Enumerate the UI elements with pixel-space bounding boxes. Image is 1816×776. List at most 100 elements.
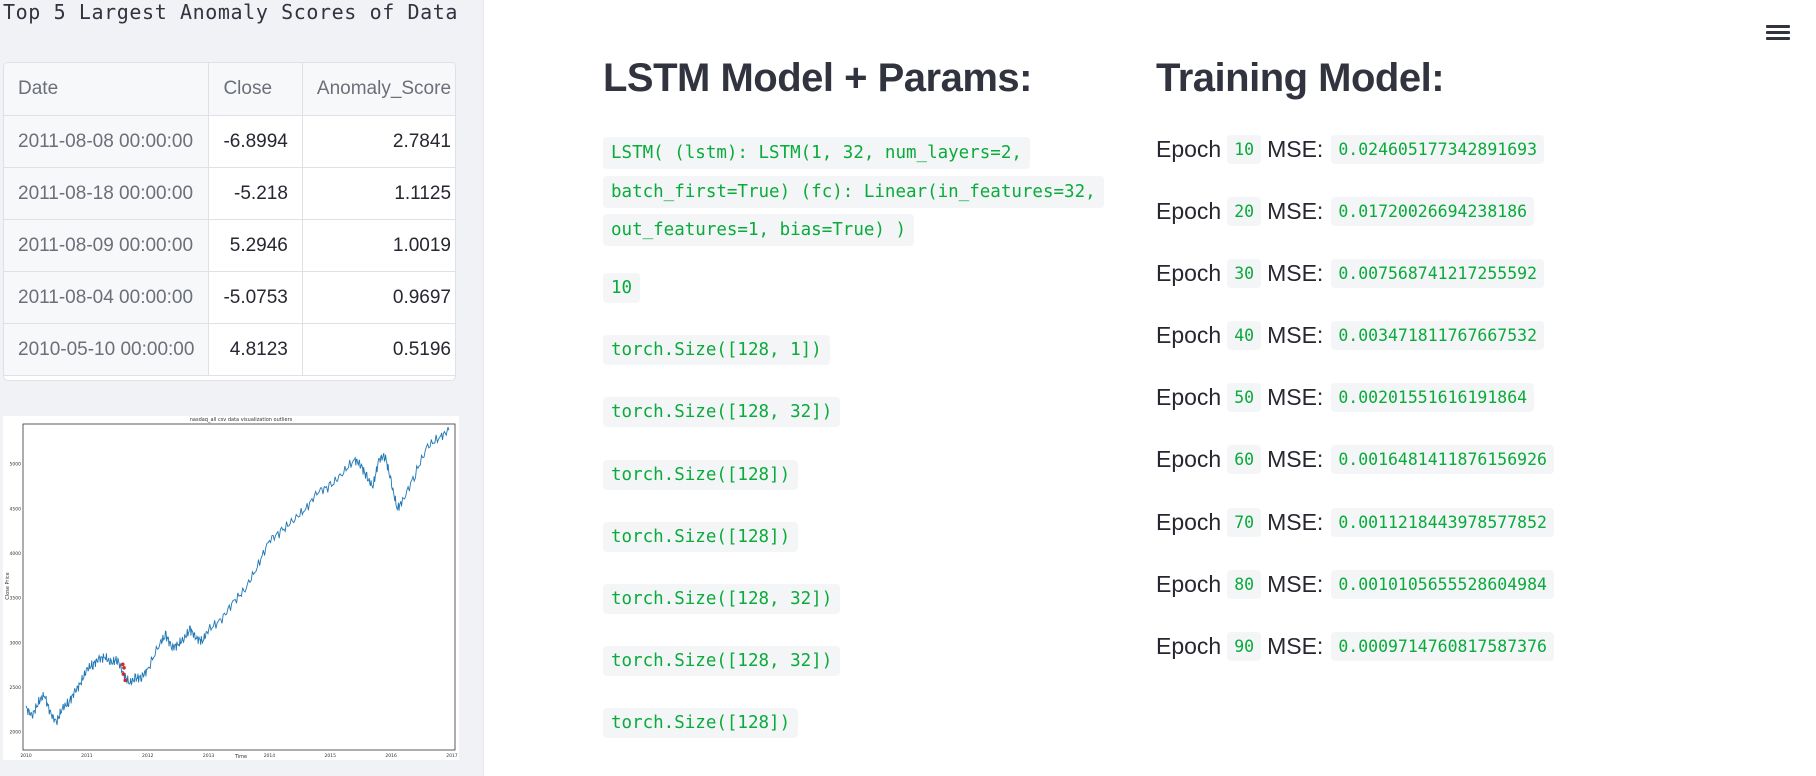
lstm-model-code: LSTM( (lstm): LSTM(1, 32, num_layers=2, … bbox=[603, 134, 1113, 250]
mse-label: MSE: bbox=[1267, 198, 1324, 224]
mse-value: 0.0009714760817587376 bbox=[1331, 632, 1554, 661]
epoch-row: Epoch 40 MSE: 0.003471811767667532 bbox=[1156, 321, 1550, 350]
column-header-anomaly-score[interactable]: Anomaly_Score bbox=[302, 63, 455, 116]
mse-label: MSE: bbox=[1267, 446, 1324, 472]
cell-anomaly-score: 0.9697 bbox=[302, 271, 455, 324]
epoch-number: 30 bbox=[1227, 259, 1262, 288]
epoch-row: Epoch 20 MSE: 0.01720026694238186 bbox=[1156, 197, 1540, 226]
x-tick-label: 2011 bbox=[81, 753, 93, 759]
row-index-date: 2011-08-09 00:00:00 bbox=[4, 219, 210, 272]
y-tick-label: 5000 bbox=[10, 462, 22, 468]
row-index-date: 2011-08-18 00:00:00 bbox=[4, 167, 210, 220]
app-root: Top 5 Largest Anomaly Scores of Data Dat… bbox=[0, 0, 1816, 776]
code-output-text: torch.Size([128]) bbox=[603, 708, 799, 738]
mse-value: 0.003471811767667532 bbox=[1331, 321, 1545, 350]
epoch-row: Epoch 50 MSE: 0.00201551616191864 bbox=[1156, 383, 1540, 412]
epoch-number: 50 bbox=[1227, 383, 1262, 412]
menu-bar bbox=[1766, 31, 1790, 34]
table-row: 2011-08-08 00:00:00 -6.8994 2.7841 bbox=[4, 115, 455, 168]
mse-value: 0.00201551616191864 bbox=[1331, 383, 1535, 412]
chart-title: nasdaq_all csv data visualization outlie… bbox=[190, 417, 293, 423]
outlier-point bbox=[123, 678, 128, 683]
code-output-text: torch.Size([128, 32]) bbox=[603, 646, 841, 676]
training-section-title: Training Model: bbox=[1156, 56, 1445, 100]
mse-label: MSE: bbox=[1267, 384, 1324, 410]
code-output-text: 10 bbox=[603, 273, 641, 303]
table-header-row: Date Close Anomaly_Score bbox=[4, 63, 455, 116]
row-index-date: 2011-08-04 00:00:00 bbox=[4, 271, 210, 324]
outlier-point bbox=[121, 672, 126, 676]
code-output-text: torch.Size([128]) bbox=[603, 460, 799, 490]
code-output: torch.Size([128]) bbox=[603, 708, 799, 738]
epoch-label: Epoch bbox=[1156, 136, 1222, 162]
code-output: torch.Size([128]) bbox=[603, 460, 799, 490]
x-tick-label: 2016 bbox=[385, 753, 397, 759]
cell-anomaly-score: 0.5196 bbox=[302, 323, 455, 376]
x-tick-label: 2014 bbox=[264, 753, 276, 759]
code-output: torch.Size([128]) bbox=[603, 522, 799, 552]
cell-close: -5.218 bbox=[208, 167, 303, 220]
outlier-point bbox=[122, 666, 126, 670]
outlier-point bbox=[120, 662, 125, 667]
table-row: 2011-08-09 00:00:00 5.2946 1.0019 bbox=[4, 219, 455, 272]
menu-bar bbox=[1766, 37, 1790, 40]
epoch-label: Epoch bbox=[1156, 198, 1222, 224]
epoch-number: 40 bbox=[1227, 321, 1262, 350]
mse-value: 0.01720026694238186 bbox=[1331, 197, 1535, 226]
sidebar: Top 5 Largest Anomaly Scores of Data Dat… bbox=[0, 0, 484, 776]
y-tick-label: 4500 bbox=[10, 506, 22, 512]
table-row: 2011-08-18 00:00:00 -5.218 1.1125 bbox=[4, 167, 455, 220]
lstm-section-title: LSTM Model + Params: bbox=[603, 56, 1032, 100]
epoch-row: Epoch 60 MSE: 0.0016481411876156926 bbox=[1156, 445, 1560, 474]
epoch-label: Epoch bbox=[1156, 446, 1222, 472]
mse-value: 0.0010105655528604984 bbox=[1331, 570, 1554, 599]
mse-label: MSE: bbox=[1267, 633, 1324, 659]
column-header-close[interactable]: Close bbox=[208, 63, 303, 116]
mse-label: MSE: bbox=[1267, 260, 1324, 286]
epoch-number: 20 bbox=[1227, 197, 1262, 226]
cell-close: -5.0753 bbox=[208, 271, 303, 324]
code-output: torch.Size([128, 32]) bbox=[603, 397, 841, 427]
mse-label: MSE: bbox=[1267, 136, 1324, 162]
anomaly-dataframe[interactable]: Date Close Anomaly_Score 2011-08-08 00:0… bbox=[3, 62, 456, 381]
epoch-row: Epoch 80 MSE: 0.0010105655528604984 bbox=[1156, 570, 1560, 599]
epoch-number: 60 bbox=[1227, 445, 1262, 474]
epoch-row: Epoch 10 MSE: 0.024605177342891693 bbox=[1156, 135, 1550, 164]
x-tick-label: 2013 bbox=[203, 753, 215, 759]
epoch-number: 10 bbox=[1227, 135, 1262, 164]
epoch-row: Epoch 90 MSE: 0.0009714760817587376 bbox=[1156, 632, 1560, 661]
chart-y-axis-label: Close Price bbox=[5, 572, 11, 599]
y-tick-label: 3000 bbox=[10, 640, 22, 646]
epoch-label: Epoch bbox=[1156, 384, 1222, 410]
mse-label: MSE: bbox=[1267, 322, 1324, 348]
mse-value: 0.007568741217255592 bbox=[1331, 259, 1545, 288]
table-row: 2011-08-04 00:00:00 -5.0753 0.9697 bbox=[4, 271, 455, 324]
code-output: torch.Size([128, 1]) bbox=[603, 335, 830, 365]
hamburger-menu-icon[interactable] bbox=[1764, 22, 1792, 46]
column-header-date[interactable]: Date bbox=[4, 63, 210, 116]
row-index-date: 2011-08-08 00:00:00 bbox=[4, 115, 210, 168]
code-output: 10 bbox=[603, 273, 641, 303]
mse-label: MSE: bbox=[1267, 571, 1324, 597]
row-index-date: 2010-05-10 00:00:00 bbox=[4, 323, 210, 376]
epoch-number: 90 bbox=[1227, 632, 1262, 661]
y-tick-label: 2500 bbox=[10, 685, 22, 691]
mse-value: 0.0016481411876156926 bbox=[1331, 445, 1554, 474]
mse-label: MSE: bbox=[1267, 509, 1324, 535]
epoch-label: Epoch bbox=[1156, 509, 1222, 535]
y-tick-label: 3500 bbox=[10, 596, 22, 602]
code-output: torch.Size([128, 32]) bbox=[603, 584, 841, 614]
cell-anomaly-score: 1.1125 bbox=[302, 167, 455, 220]
x-tick-label: 2010 bbox=[20, 753, 32, 759]
y-tick-label: 4000 bbox=[10, 551, 22, 557]
epoch-label: Epoch bbox=[1156, 322, 1222, 348]
cell-close: 5.2946 bbox=[208, 219, 303, 272]
epoch-number: 80 bbox=[1227, 570, 1262, 599]
x-tick-label: 2017 bbox=[446, 753, 458, 759]
table-row: 2010-05-10 00:00:00 4.8123 0.5196 bbox=[4, 323, 455, 376]
outlier-line-chart: nasdaq_all csv data visualization outlie… bbox=[3, 416, 459, 760]
code-output-text: torch.Size([128, 1]) bbox=[603, 335, 830, 365]
chart-background bbox=[3, 416, 459, 760]
code-output: torch.Size([128, 32]) bbox=[603, 646, 841, 676]
mse-value: 0.024605177342891693 bbox=[1331, 135, 1545, 164]
